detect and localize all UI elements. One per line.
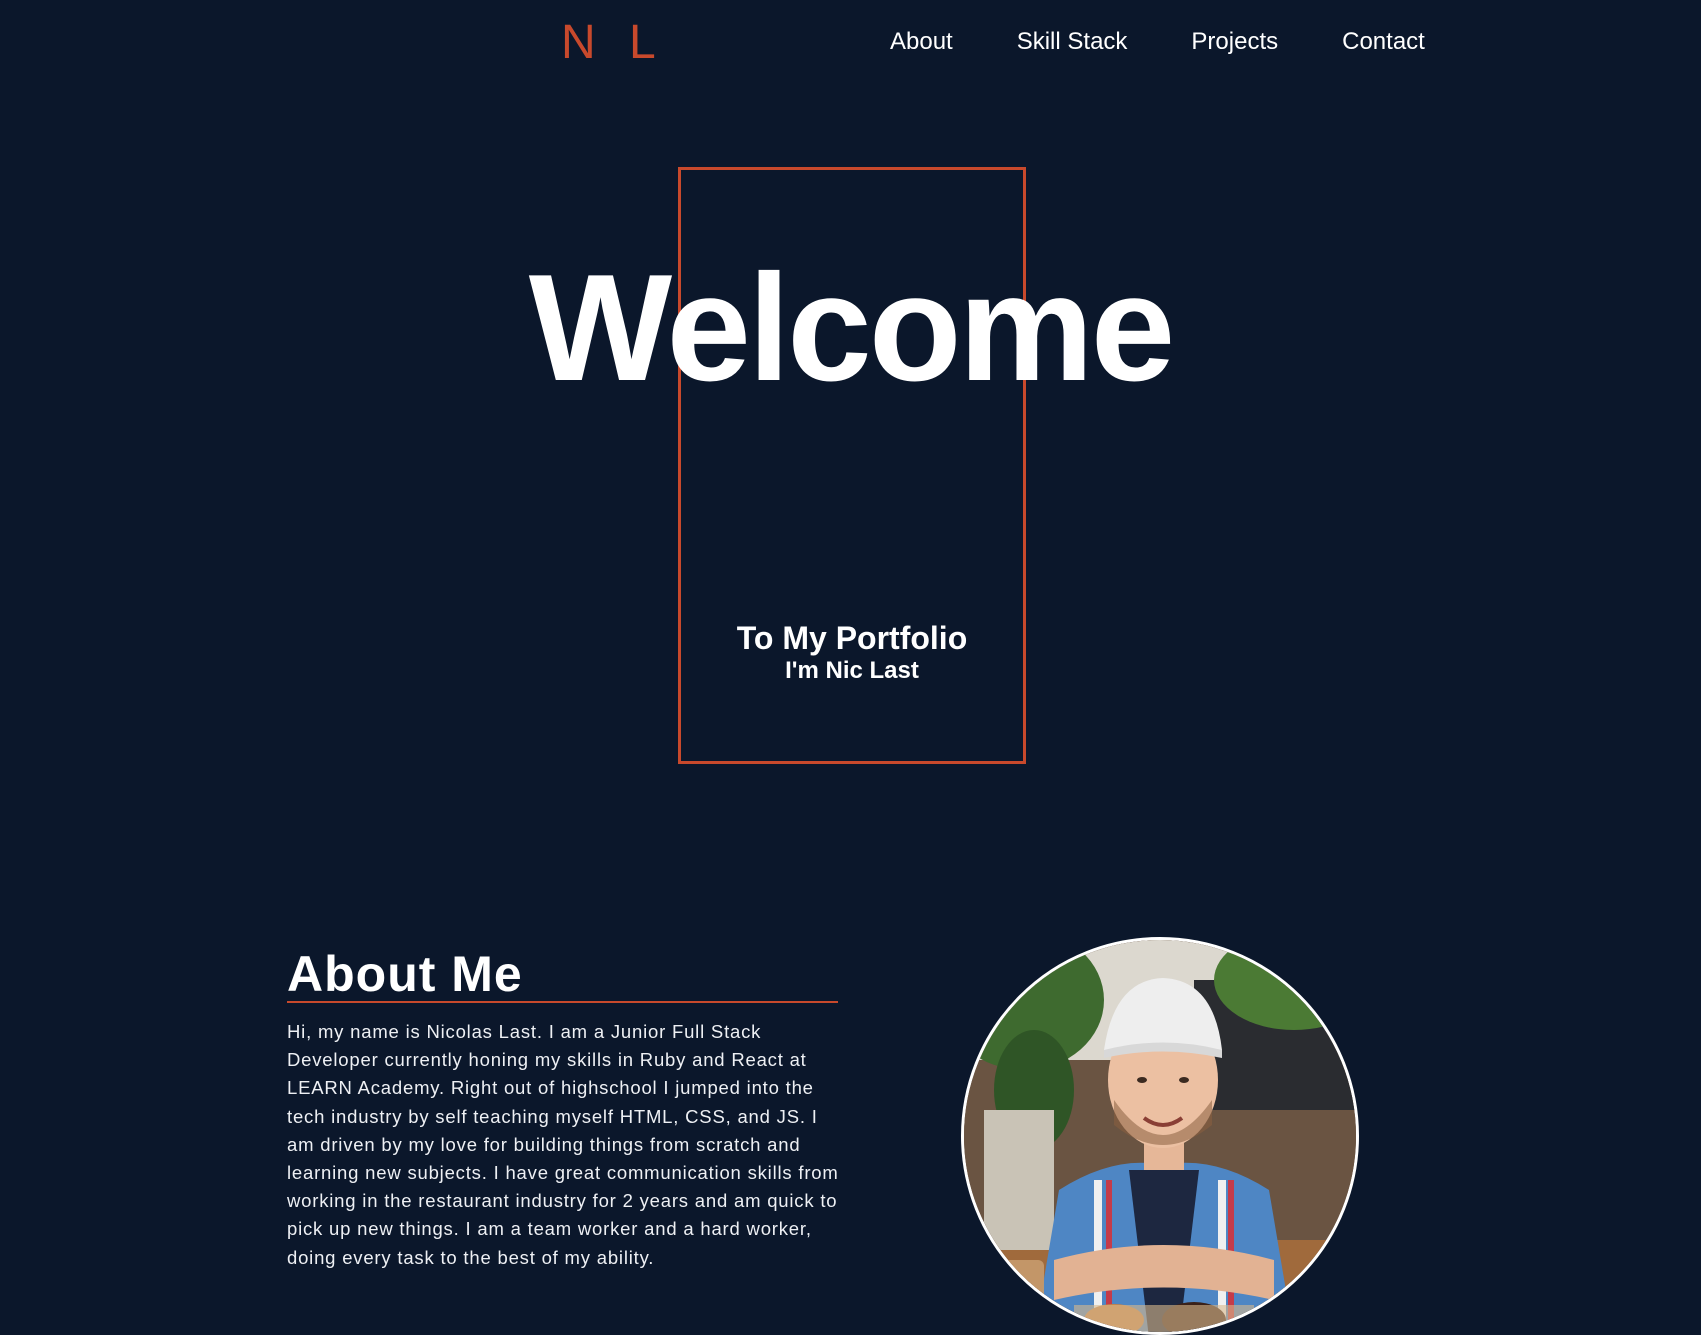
nav-link-projects[interactable]: Projects — [1191, 26, 1278, 58]
site-logo[interactable]: N L — [561, 14, 666, 72]
about-heading: About Me — [287, 946, 523, 1002]
nav-link-skill-stack[interactable]: Skill Stack — [1017, 26, 1128, 58]
about-divider — [287, 1001, 838, 1003]
profile-photo-illustration — [964, 940, 1356, 1332]
hero-title: Welcome — [528, 243, 1176, 413]
nav-link-contact[interactable]: Contact — [1342, 26, 1425, 58]
nav-link-about[interactable]: About — [890, 26, 953, 58]
about-body: Hi, my name is Nicolas Last. I am a Juni… — [287, 1021, 839, 1268]
main-nav: About Skill Stack Projects Contact — [890, 26, 1425, 58]
hero-name: I'm Nic Last — [785, 657, 919, 684]
hero-subtitle: To My Portfolio — [736, 620, 968, 656]
profile-photo — [961, 937, 1359, 1335]
